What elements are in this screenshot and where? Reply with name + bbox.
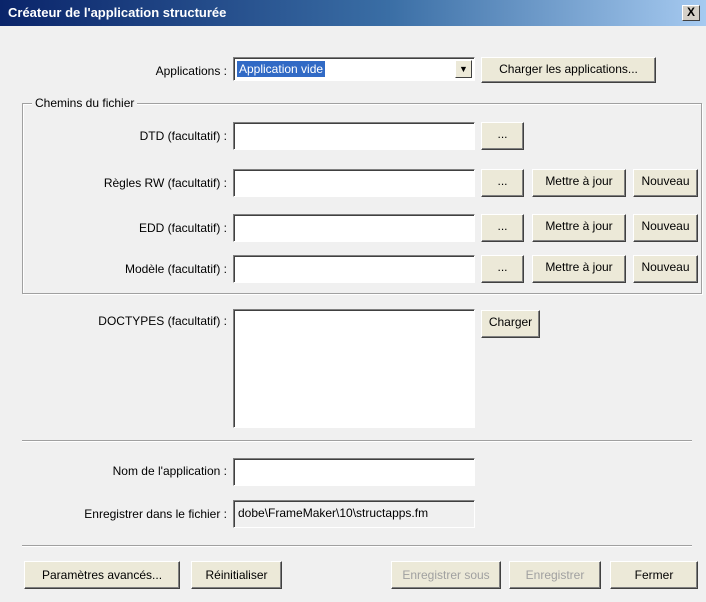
doctypes-load-button[interactable]: Charger: [481, 310, 540, 338]
app-name-field[interactable]: [233, 458, 475, 486]
close-button[interactable]: Fermer: [610, 561, 698, 589]
dtd-label: DTD (facultatif) :: [139, 129, 227, 143]
template-update-button[interactable]: Mettre à jour: [532, 255, 626, 283]
applications-selected-value: Application vide: [237, 61, 326, 77]
rw-rules-field[interactable]: [233, 169, 475, 197]
reset-button[interactable]: Réinitialiser: [191, 561, 282, 589]
window-title: Créateur de l'application structurée: [8, 5, 227, 20]
edd-label: EDD (facultatif) :: [138, 221, 227, 235]
edd-new-button[interactable]: Nouveau: [633, 214, 698, 242]
chevron-down-icon[interactable]: ▼: [455, 60, 472, 78]
dtd-field[interactable]: [233, 122, 475, 150]
edd-browse-button[interactable]: ...: [481, 214, 524, 242]
load-applications-button[interactable]: Charger les applications...: [481, 57, 656, 83]
edd-field[interactable]: [233, 214, 475, 242]
save-button[interactable]: Enregistrer: [509, 561, 601, 589]
template-field[interactable]: [233, 255, 475, 283]
file-paths-legend: Chemins du fichier: [32, 96, 138, 110]
rw-rules-new-button[interactable]: Nouveau: [633, 169, 698, 197]
dtd-browse-button[interactable]: ...: [481, 122, 524, 150]
separator: [22, 440, 692, 442]
title-bar: Créateur de l'application structurée X: [0, 0, 706, 26]
separator: [22, 545, 692, 547]
rw-rules-browse-button[interactable]: ...: [481, 169, 524, 197]
rw-rules-update-button[interactable]: Mettre à jour: [532, 169, 626, 197]
save-file-path: dobe\FrameMaker\10\structapps.fm: [233, 500, 475, 528]
save-as-button[interactable]: Enregistrer sous: [391, 561, 501, 589]
template-browse-button[interactable]: ...: [481, 255, 524, 283]
save-file-label: Enregistrer dans le fichier :: [84, 507, 227, 521]
template-new-button[interactable]: Nouveau: [633, 255, 698, 283]
edd-update-button[interactable]: Mettre à jour: [532, 214, 626, 242]
advanced-settings-button[interactable]: Paramètres avancés...: [24, 561, 180, 589]
template-label: Modèle (facultatif) :: [124, 262, 227, 276]
applications-label: Applications :: [155, 64, 227, 78]
applications-select[interactable]: Application vide ▼: [233, 57, 475, 81]
close-icon[interactable]: X: [682, 5, 700, 21]
doctypes-list[interactable]: [233, 309, 475, 428]
app-name-label: Nom de l'application :: [112, 464, 227, 478]
doctypes-label: DOCTYPES (facultatif) :: [98, 314, 227, 328]
rw-rules-label: Règles RW (facultatif) :: [103, 176, 227, 190]
